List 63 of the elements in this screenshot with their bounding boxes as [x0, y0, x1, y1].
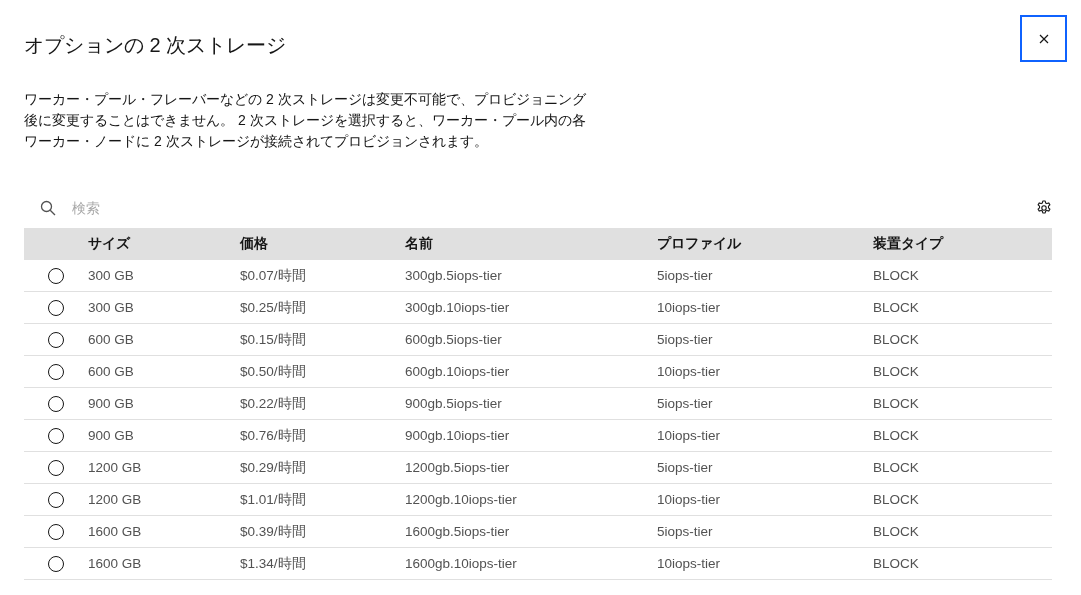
- table-cell-text: 10iops-tier: [657, 300, 722, 315]
- table-cell-text: $1.01/時間: [240, 490, 307, 509]
- table-cell-text: 1200gb.10iops-tier: [405, 492, 518, 507]
- search-field[interactable]: 検索: [70, 199, 374, 217]
- table-cell-text: 10iops-tier: [657, 428, 722, 443]
- close-button[interactable]: [1020, 15, 1067, 62]
- table-cell-text: $0.39/時間: [240, 522, 307, 541]
- table-cell-text: BLOCK: [873, 556, 920, 571]
- table-cell-text: 300gb.5iops-tier: [405, 268, 503, 283]
- table-cell-text: 10iops-tier: [657, 556, 722, 571]
- table-cell-text: 5iops-tier: [657, 268, 714, 283]
- table-cell-text: 600 GB: [88, 332, 135, 347]
- table-cell-text: BLOCK: [873, 428, 920, 443]
- table-cell-text: 10iops-tier: [657, 492, 722, 507]
- table-cell-text: BLOCK: [873, 396, 920, 411]
- table-cell-text: BLOCK: [873, 268, 920, 283]
- table-cell-text: $0.29/時間: [240, 458, 307, 477]
- dialog-title: オプションの 2 次ストレージ: [24, 33, 287, 58]
- table-cell-text: 1600gb.5iops-tier: [405, 524, 511, 539]
- column-header: 装置タイプ: [873, 235, 945, 253]
- table-cell-text: 300 GB: [88, 268, 135, 283]
- table-cell-text: 5iops-tier: [657, 460, 714, 475]
- table-cell-text: 600gb.10iops-tier: [405, 364, 511, 379]
- column-header: サイズ: [88, 235, 132, 253]
- settings-button[interactable]: [1036, 200, 1052, 216]
- close-icon: [1038, 33, 1049, 44]
- table-cell-text: 1200gb.5iops-tier: [405, 460, 511, 475]
- table-cell-text: 5iops-tier: [657, 524, 714, 539]
- column-header: 名前: [405, 235, 434, 253]
- search-icon: [40, 200, 56, 216]
- table-cell-text: 5iops-tier: [657, 396, 714, 411]
- table-cell-text: 10iops-tier: [657, 364, 722, 379]
- table-cell-text: $0.22/時間: [240, 394, 307, 413]
- table-cell-text: 900gb.5iops-tier: [405, 396, 503, 411]
- description-text: ワーカー・プール・フレーバーなどの 2 次ストレージは変更不可能で、プロビジョニング後に変更することはできません。 2 次ストレージを選択すると、ワーカー・プール内の各ワーカー・ノードに 2 次ストレージが接続されてプロビジョンされます。: [24, 90, 587, 151]
- table-cell-text: BLOCK: [873, 364, 920, 379]
- table-cell-text: 900gb.10iops-tier: [405, 428, 511, 443]
- table-cell-text: 1200 GB: [88, 460, 143, 475]
- table-cell-text: $0.50/時間: [240, 362, 307, 381]
- table-cell-text: $0.15/時間: [240, 330, 307, 349]
- table-cell-text: BLOCK: [873, 460, 920, 475]
- table-cell-text: 1600gb.10iops-tier: [405, 556, 518, 571]
- table-cell-text: BLOCK: [873, 332, 920, 347]
- table-cell-text: $0.25/時間: [240, 298, 307, 317]
- table-cell-text: $0.76/時間: [240, 426, 307, 445]
- table-cell-text: 900 GB: [88, 396, 135, 411]
- table-cell-text: $1.34/時間: [240, 554, 307, 573]
- column-header: プロファイル: [657, 235, 742, 253]
- settings-icon: [1036, 200, 1052, 216]
- table-cell-text: $0.07/時間: [240, 266, 307, 285]
- table-cell-text: 300gb.10iops-tier: [405, 300, 511, 315]
- table-cell-text: BLOCK: [873, 300, 920, 315]
- table-cell-text: 1600 GB: [88, 524, 143, 539]
- table-cell-text: BLOCK: [873, 492, 920, 507]
- table-cell-text: 1200 GB: [88, 492, 143, 507]
- table-cell-text: 5iops-tier: [657, 332, 714, 347]
- table-cell-text: BLOCK: [873, 524, 920, 539]
- table-cell-text: 600gb.5iops-tier: [405, 332, 503, 347]
- table-cell-text: 300 GB: [88, 300, 135, 315]
- table-cell-text: 1600 GB: [88, 556, 143, 571]
- table-cell-text: 900 GB: [88, 428, 135, 443]
- table-cell-text: 600 GB: [88, 364, 135, 379]
- column-header: 価格: [240, 235, 269, 253]
